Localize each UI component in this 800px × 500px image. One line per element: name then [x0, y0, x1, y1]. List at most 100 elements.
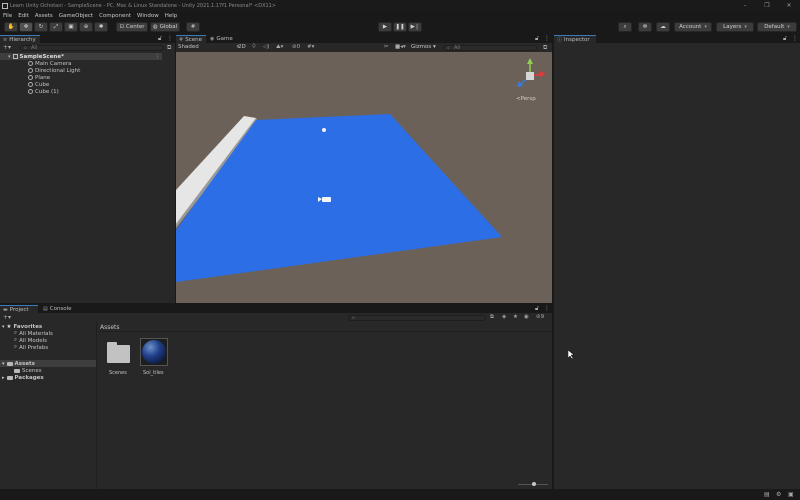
- status-bar: ▤ ⚙ ▣: [0, 489, 800, 500]
- project-search-input[interactable]: ⌕: [348, 315, 486, 321]
- scale-tool-icon[interactable]: ⤢: [49, 22, 63, 32]
- tab-inspector[interactable]: ⓘ Inspector: [554, 35, 596, 43]
- menu-window[interactable]: Window: [137, 13, 159, 19]
- assets-folder-item[interactable]: ▾ Assets: [0, 360, 96, 367]
- hidden-objects-icon[interactable]: ⊘0: [292, 44, 300, 50]
- close-button[interactable]: ✕: [778, 0, 800, 11]
- scenes-folder-item[interactable]: Scenes: [14, 367, 42, 374]
- view-projection-label[interactable]: <Persp: [516, 96, 536, 102]
- hierarchy-search-input[interactable]: ⌕ All: [20, 45, 164, 51]
- folder-icon: [14, 368, 20, 373]
- label-filter-icon[interactable]: ◈: [502, 314, 506, 320]
- custom-tool-icon[interactable]: ✱: [94, 22, 108, 32]
- hierarchy-item[interactable]: Plane: [28, 74, 190, 81]
- collab-status-icon[interactable]: ▤: [764, 491, 770, 498]
- audio-icon[interactable]: ◁): [263, 44, 269, 50]
- lock-icon[interactable]: 🔓︎: [783, 35, 787, 43]
- gizmos-dropdown[interactable]: Gizmos ▾: [411, 44, 436, 50]
- scene-root-item[interactable]: ▾ SampleScene* ⋮: [0, 53, 162, 60]
- lock-icon[interactable]: 🔓︎: [535, 35, 539, 43]
- more-icon[interactable]: ⋮: [155, 54, 161, 60]
- pivot-center-button[interactable]: ⊡ Center: [116, 22, 148, 32]
- expand-arrow-icon[interactable]: ▾: [8, 54, 11, 60]
- more-icon[interactable]: ⋮: [544, 35, 550, 42]
- hierarchy-item[interactable]: Main Camera: [28, 60, 190, 67]
- play-button[interactable]: ▶: [378, 22, 392, 32]
- camera-icon[interactable]: ■◂▾: [395, 44, 406, 50]
- hierarchy-item[interactable]: Directional Light: [28, 67, 190, 74]
- move-tool-icon[interactable]: ✥: [19, 22, 33, 32]
- tools-icon[interactable]: ✂: [384, 44, 389, 50]
- search-icon: ⌕: [14, 330, 18, 336]
- tab-scene[interactable]: # Scene: [176, 35, 206, 43]
- favorite-search-item[interactable]: ⌕ All Models: [14, 337, 47, 344]
- tab-hierarchy[interactable]: ≡ Hierarchy: [0, 35, 40, 43]
- slider-handle[interactable]: [532, 482, 536, 486]
- account-dropdown[interactable]: Account: [674, 22, 712, 32]
- search-by-type-icon[interactable]: ⧉: [490, 314, 494, 321]
- grid-snap-icon[interactable]: #: [186, 22, 200, 32]
- cloud-icon[interactable]: ☁: [656, 22, 670, 32]
- expand-arrow-icon[interactable]: ▾: [2, 361, 5, 367]
- hierarchy-tabstrip: ≡ Hierarchy 🔓︎ ⋮: [0, 35, 175, 43]
- rect-tool-icon[interactable]: ▣: [64, 22, 78, 32]
- maximize-button[interactable]: ❐: [756, 0, 778, 11]
- favorite-star-icon[interactable]: ★: [513, 314, 518, 320]
- scene-tabstrip: # Scene ◉ Game 🔓︎ ⋮: [176, 35, 552, 43]
- menu-component[interactable]: Component: [99, 13, 131, 19]
- menu-file[interactable]: File: [3, 13, 12, 19]
- effects-icon[interactable]: ⛰▾: [276, 44, 283, 51]
- tab-project[interactable]: ▬ Project: [0, 305, 38, 313]
- layout-dropdown[interactable]: Default: [757, 22, 797, 32]
- scene-filter-icon[interactable]: ⧉: [167, 44, 171, 52]
- menu-edit[interactable]: Edit: [18, 13, 29, 19]
- more-icon[interactable]: ⋮: [544, 305, 550, 312]
- tab-game[interactable]: ◉ Game: [207, 35, 237, 43]
- menu-help[interactable]: Help: [165, 13, 178, 19]
- 2d-toggle[interactable]: 2D: [238, 44, 246, 50]
- search-icon[interactable]: ⌕: [618, 22, 632, 32]
- menu-gameobject[interactable]: GameObject: [59, 13, 93, 19]
- hierarchy-item[interactable]: Cube: [28, 81, 190, 88]
- rotate-tool-icon[interactable]: ↻: [34, 22, 48, 32]
- add-icon[interactable]: +▾: [3, 44, 11, 51]
- more-icon[interactable]: ⋮: [167, 35, 173, 42]
- collab-icon[interactable]: ✼: [638, 22, 652, 32]
- asset-scenes-folder[interactable]: Scenes: [106, 342, 132, 382]
- scene-viewport[interactable]: <Persp: [176, 52, 552, 303]
- hidden-packages-count[interactable]: ⊘9: [536, 314, 544, 320]
- packages-folder-item[interactable]: ▸ Packages: [2, 374, 44, 381]
- search-icon: ⌕: [14, 337, 18, 343]
- more-icon[interactable]: ⋮: [792, 35, 798, 42]
- expand-arrow-icon[interactable]: ▸: [2, 375, 5, 381]
- expand-arrow-icon[interactable]: ▾: [2, 324, 5, 330]
- favorites-item[interactable]: ▾ ★ Favorites: [2, 323, 42, 330]
- favorite-search-item[interactable]: ⌕ All Prefabs: [14, 344, 48, 351]
- step-button[interactable]: ▶❘: [408, 22, 422, 32]
- scene-search-input[interactable]: ⌕ All: [443, 45, 537, 51]
- asset-sol-tiles-material[interactable]: Sol_tiles: [140, 338, 170, 382]
- pause-button[interactable]: ❚❚: [393, 22, 407, 32]
- favorite-search-item[interactable]: ⌕ All Materials: [14, 330, 53, 337]
- bug-icon[interactable]: ▣: [788, 491, 794, 498]
- lock-icon[interactable]: 🔓︎: [535, 305, 539, 313]
- pivot-global-button[interactable]: ◍ Global: [150, 22, 180, 32]
- transform-tool-icon[interactable]: ⊕: [79, 22, 93, 32]
- breadcrumb-assets[interactable]: Assets: [100, 324, 120, 331]
- scene-filter-icon[interactable]: ⧉: [543, 44, 547, 52]
- visibility-icon[interactable]: ◉: [524, 314, 529, 320]
- hierarchy-item[interactable]: Cube (1): [28, 88, 190, 95]
- menu-assets[interactable]: Assets: [35, 13, 53, 19]
- layers-dropdown[interactable]: Layers: [716, 22, 754, 32]
- light-icon[interactable]: 💡︎: [252, 44, 256, 51]
- console-icon: ▤: [43, 306, 48, 312]
- tab-console[interactable]: ▤ Console: [40, 305, 78, 313]
- grid-icon[interactable]: #▾: [307, 44, 314, 50]
- hand-tool-icon[interactable]: ✋: [4, 22, 18, 32]
- minimize-button[interactable]: –: [734, 0, 756, 11]
- add-icon[interactable]: +▾: [3, 314, 11, 321]
- progress-icon[interactable]: ⚙: [776, 491, 781, 498]
- orientation-gizmo-icon[interactable]: [512, 56, 552, 96]
- shading-mode-dropdown[interactable]: Shaded ▾: [178, 44, 239, 50]
- lock-icon[interactable]: 🔓︎: [158, 35, 162, 43]
